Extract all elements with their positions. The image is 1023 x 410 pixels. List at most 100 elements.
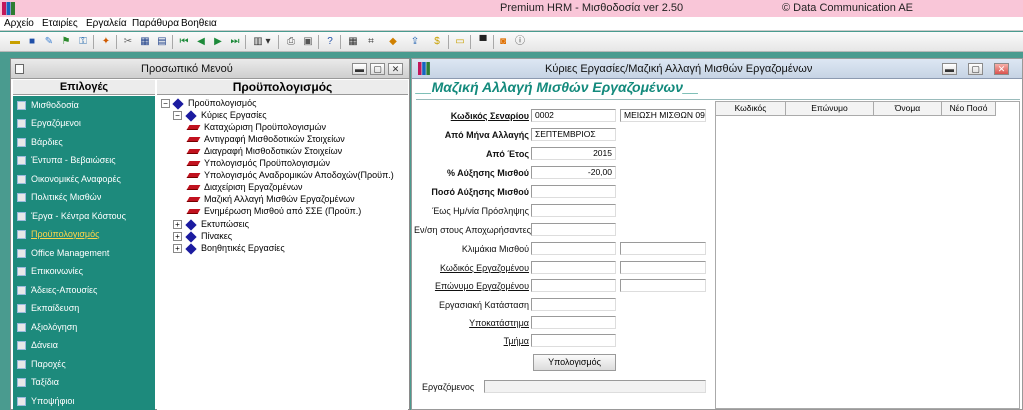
menu-companies[interactable]: Εταιρίες xyxy=(42,18,78,29)
work-status-field[interactable] xyxy=(531,298,616,311)
minimize-button[interactable]: ▬ xyxy=(352,63,367,75)
option-financial-reports[interactable]: Οικονομικές Αναφορές xyxy=(13,170,155,188)
report-icon[interactable]: ▣ xyxy=(301,35,315,49)
next-record-icon[interactable]: ▶ xyxy=(211,35,225,49)
wizard-icon[interactable]: ✦ xyxy=(99,35,113,49)
money-icon[interactable]: $ xyxy=(430,35,444,49)
tree-item-delete-payroll[interactable]: Διαγραφή Μισθοδοτικών Στοιχείων xyxy=(204,146,342,157)
tree-item-budget-entry[interactable]: Καταχώριση Προϋπολογισμών xyxy=(204,122,326,133)
collapse-icon[interactable]: − xyxy=(173,111,182,120)
tree-item-calc-budget[interactable]: Υπολογισμός Προϋπολογισμών xyxy=(204,158,330,169)
option-travel[interactable]: Ταξίδια xyxy=(13,373,155,391)
view-menu-icon[interactable]: ▥ xyxy=(251,35,265,49)
expand-icon[interactable]: + xyxy=(173,220,182,229)
menu-tools[interactable]: Εργαλεία xyxy=(86,18,127,29)
tree-item-update-from-sse[interactable]: Ενημέρωση Μισθού από ΣΣΕ (Προϋπ.) xyxy=(204,206,361,217)
salary-scale-from-field[interactable] xyxy=(531,242,616,255)
option-forms[interactable]: Έντυπα - Βεβαιώσεις xyxy=(13,151,155,169)
employee-code-label[interactable]: Κωδικός Εργαζομένου xyxy=(422,263,529,273)
export-icon[interactable]: ⇪ xyxy=(408,35,422,49)
package-icon[interactable]: ◆ xyxy=(386,35,400,49)
tools-icon[interactable]: ✂ xyxy=(121,35,135,49)
first-record-icon[interactable]: ⏮ xyxy=(177,35,191,49)
employee-surname-label[interactable]: Επώνυμο Εργαζομένου xyxy=(422,281,529,291)
option-training[interactable]: Εκπαίδευση xyxy=(13,299,155,317)
apply-left-field[interactable] xyxy=(531,223,616,236)
key-icon[interactable]: ⚿ xyxy=(76,35,90,49)
chevron-down-icon[interactable]: ▾ xyxy=(264,35,272,49)
tree-group-aux[interactable]: Βοηθητικές Εργασίες xyxy=(201,243,285,254)
tree-item-copy-payroll[interactable]: Αντιγραφή Μισθοδοτικών Στοιχείων xyxy=(204,134,345,145)
prev-record-icon[interactable]: ◀ xyxy=(194,35,208,49)
tree-item-manage-employees[interactable]: Διαχείριση Εργαζομένων xyxy=(204,182,303,193)
tree-root[interactable]: Προϋπολογισμός xyxy=(188,98,256,109)
menu-help[interactable]: Βοηθεια xyxy=(181,18,217,29)
menu-file[interactable]: Αρχείο xyxy=(4,18,34,29)
option-communications[interactable]: Επικοινωνίες xyxy=(13,262,155,280)
employee-surname-from-field[interactable] xyxy=(531,279,616,292)
option-salary-policies[interactable]: Πολιτικές Μισθών xyxy=(13,188,155,206)
option-budget[interactable]: Προϋπολογισμός xyxy=(13,225,155,243)
tree-item-mass-salary-change[interactable]: Μαζική Αλλαγή Μισθών Εργαζομένων xyxy=(204,194,355,205)
close-button[interactable]: ✕ xyxy=(388,63,403,75)
option-office-management[interactable]: Office Management xyxy=(13,244,155,262)
employee-code-from-field[interactable] xyxy=(531,261,616,274)
option-evaluation[interactable]: Αξιολόγηση xyxy=(13,318,155,336)
maximize-button[interactable]: ▢ xyxy=(370,63,385,75)
option-benefits[interactable]: Παροχές xyxy=(13,355,155,373)
option-bullet-icon xyxy=(17,101,26,110)
from-year-field[interactable]: 2015 xyxy=(531,147,616,160)
employee-code-to-field[interactable] xyxy=(620,261,706,274)
raise-percent-field[interactable]: -20,00 xyxy=(531,166,616,179)
expand-icon[interactable]: + xyxy=(173,244,182,253)
hire-date-field[interactable] xyxy=(531,204,616,217)
option-employees[interactable]: Εργαζόμενοι xyxy=(13,114,155,132)
column-name[interactable]: Όνομα xyxy=(874,102,942,116)
raise-amount-field[interactable] xyxy=(531,185,616,198)
scenario-code-field[interactable]: 0002 xyxy=(531,109,616,122)
info-icon[interactable]: ⓘ xyxy=(513,35,527,49)
tree-item-calc-retroactive[interactable]: Υπολογισμός Αναδρομικών Αποδοχών(Προϋπ.) xyxy=(204,170,394,181)
employee-surname-to-field[interactable] xyxy=(620,279,706,292)
option-cost-centers[interactable]: Έργα - Κέντρα Κόστους xyxy=(13,207,155,225)
monitor-icon[interactable]: ▀ xyxy=(476,35,490,49)
rss-icon[interactable]: ◙ xyxy=(496,35,510,49)
salary-scale-to-field[interactable] xyxy=(620,242,706,255)
last-record-icon[interactable]: ⏭ xyxy=(228,35,242,49)
option-payroll[interactable]: Μισθοδοσία xyxy=(13,96,155,114)
calendar-icon[interactable]: ▦ xyxy=(138,35,152,49)
help-icon[interactable]: ? xyxy=(323,35,337,49)
save-icon[interactable]: ■ xyxy=(25,35,39,49)
tree-group-tables[interactable]: Πίνακες xyxy=(201,231,232,242)
maximize-button[interactable]: ▢ xyxy=(968,63,983,75)
branch-label[interactable]: Υποκατάστημα xyxy=(422,318,529,328)
column-new-amount[interactable]: Νέο Ποσό xyxy=(942,102,996,116)
tree-group-main[interactable]: Κύριες Εργασίες xyxy=(201,110,267,121)
column-code[interactable]: Κωδικός xyxy=(716,102,786,116)
collapse-icon[interactable]: − xyxy=(161,99,170,108)
folder-icon[interactable]: ▭ xyxy=(453,35,467,49)
minimize-button[interactable]: ▬ xyxy=(942,63,957,75)
results-grid[interactable]: Κωδικός Επώνυμο Όνομα Νέο Ποσό xyxy=(715,101,1020,409)
from-month-field[interactable]: ΣΕΠΤΕΜΒΡΙΟΣ xyxy=(531,128,616,141)
calculate-button[interactable]: Υπολογισμός xyxy=(533,354,616,371)
menu-windows[interactable]: Παράθυρα xyxy=(132,18,179,29)
tree-group-prints[interactable]: Εκτυπώσεις xyxy=(201,219,249,230)
grid-icon[interactable]: ▤ xyxy=(155,35,169,49)
crop-icon[interactable]: ⌗ xyxy=(364,35,378,49)
option-shifts[interactable]: Βάρδιες xyxy=(13,133,155,151)
department-field[interactable] xyxy=(531,334,616,347)
expand-icon[interactable]: + xyxy=(173,232,182,241)
edit-icon[interactable]: ✎ xyxy=(42,35,56,49)
open-folder-icon[interactable]: ▬ xyxy=(8,35,22,49)
branch-field[interactable] xyxy=(531,316,616,329)
close-button[interactable]: ✕ xyxy=(994,63,1009,75)
print-icon[interactable]: ⎙ xyxy=(284,35,298,49)
option-loans[interactable]: Δάνεια xyxy=(13,336,155,354)
option-leaves[interactable]: Άδειες-Απουσίες xyxy=(13,281,155,299)
option-candidates[interactable]: Υποψήφιοι xyxy=(13,392,155,410)
flag-icon[interactable]: ⚑ xyxy=(59,35,73,49)
department-label[interactable]: Τμήμα xyxy=(422,336,529,346)
calculator-icon[interactable]: ▦ xyxy=(346,35,360,49)
column-surname[interactable]: Επώνυμο xyxy=(786,102,874,116)
